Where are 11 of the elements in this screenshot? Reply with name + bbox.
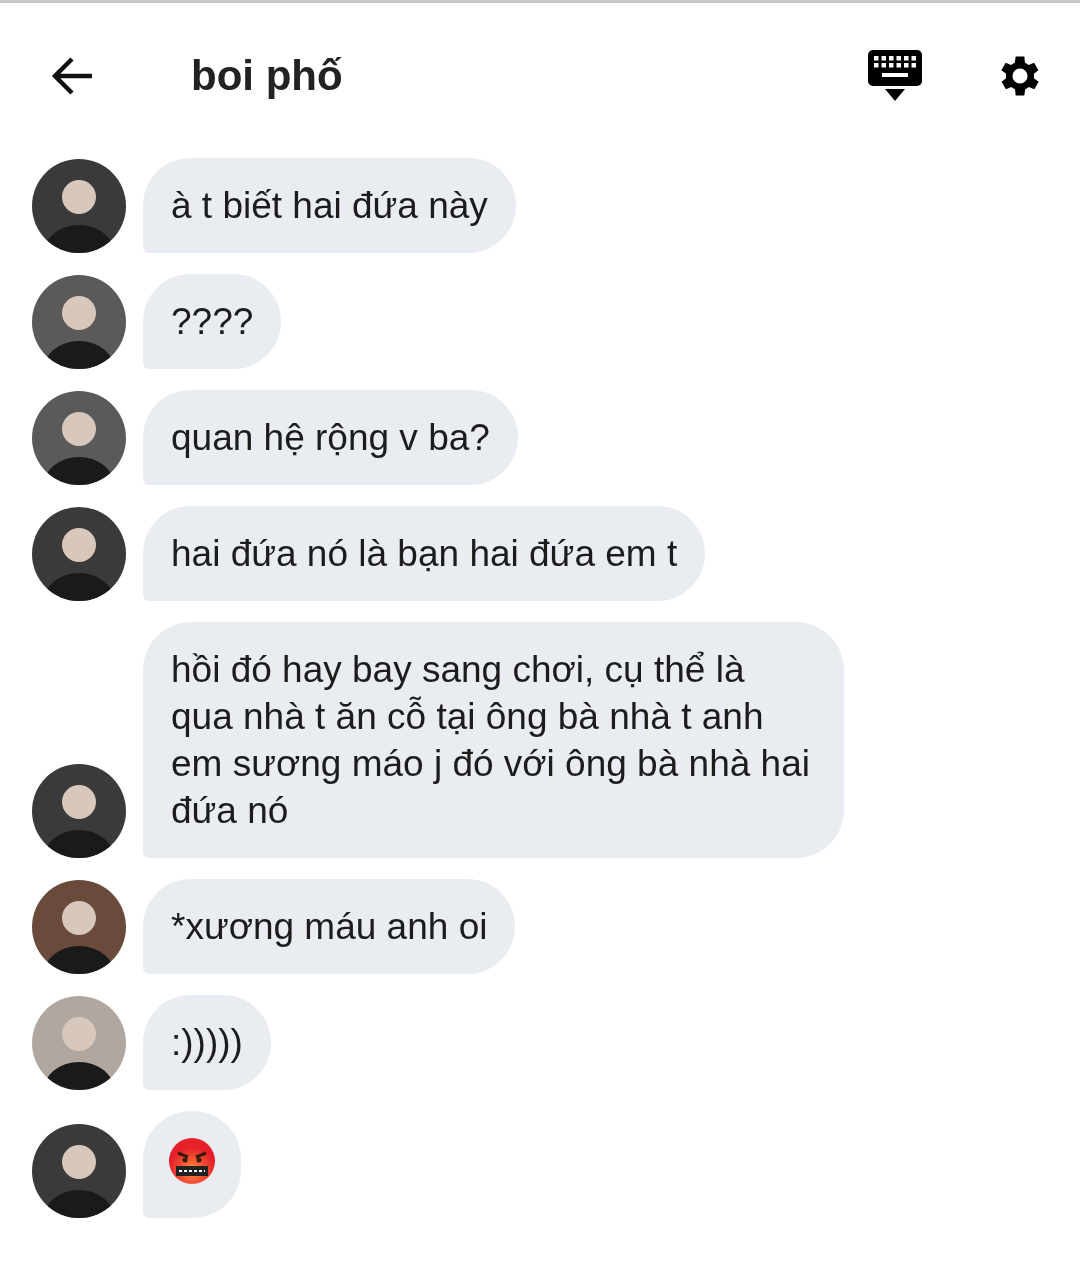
- message-bubble: hai đứa nó là bạn hai đứa em t: [143, 506, 706, 601]
- message-bubble: à t biết hai đứa này: [143, 158, 516, 253]
- message-bubble: *xương máu anh oi: [143, 879, 516, 974]
- message-bubble: hồi đó hay bay sang chơi, cụ thể là qua nhà t ăn cỗ tại ông bà nhà t anh em sương máo j đó với ông bà nhà hai đứa nó: [143, 622, 844, 858]
- chat-title: boi phố: [191, 51, 344, 100]
- keyboard-button[interactable]: [868, 49, 922, 102]
- message-bubble: ????: [143, 274, 282, 369]
- keyboard-icon: [868, 49, 922, 102]
- message-bubble: quan hệ rộng v ba?: [143, 390, 518, 485]
- message-bubble: :))))): [143, 995, 271, 1090]
- cursing-face-icon: [168, 1137, 216, 1185]
